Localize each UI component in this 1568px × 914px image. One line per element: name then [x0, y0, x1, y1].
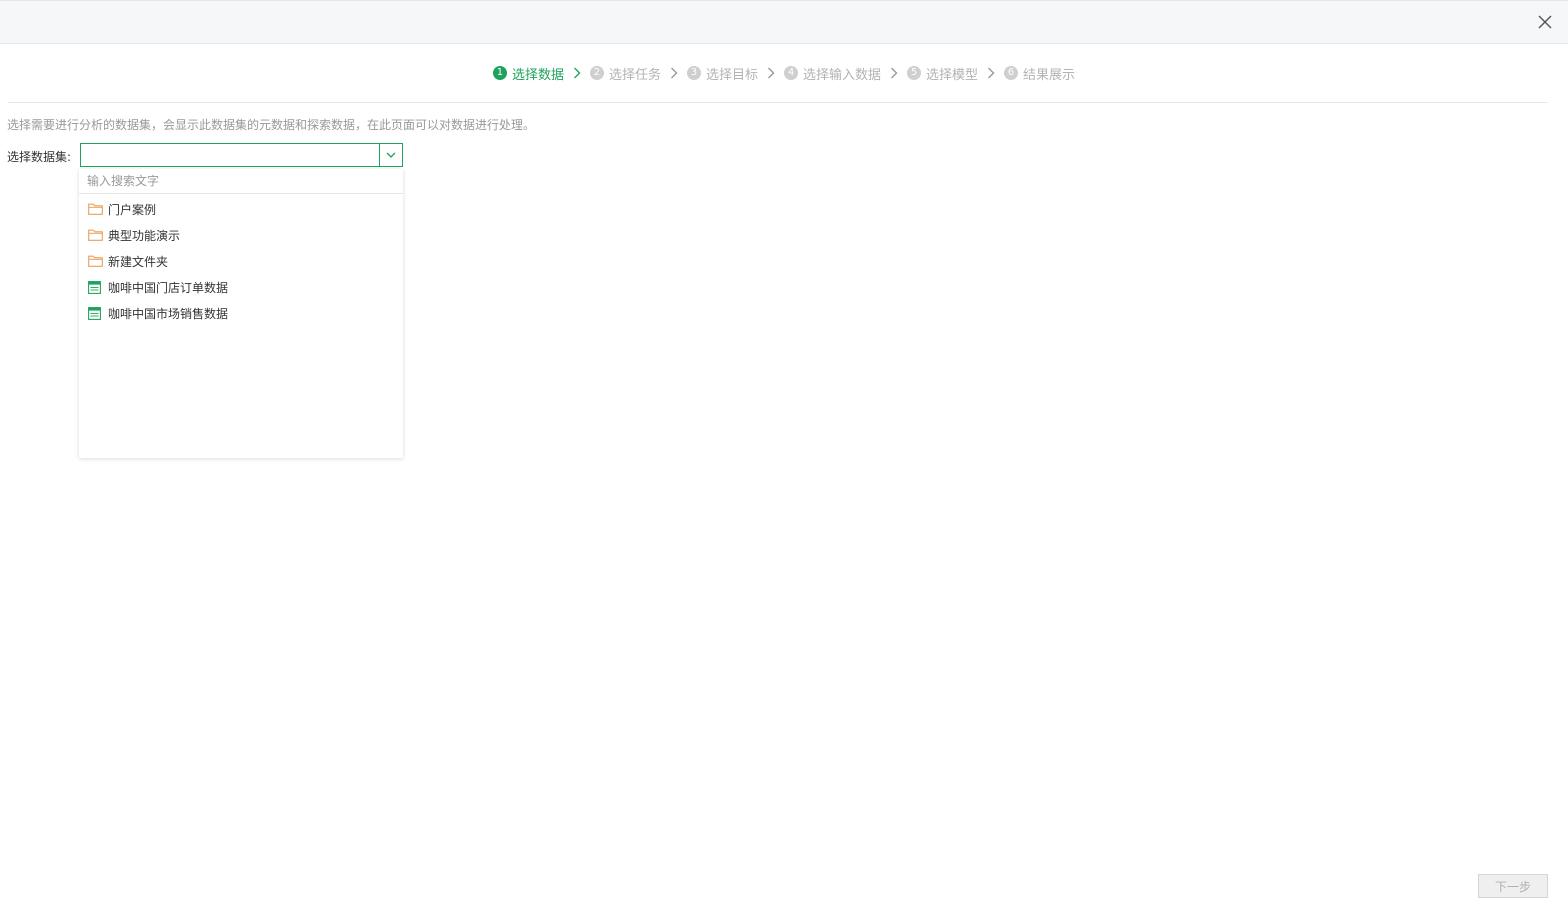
next-step-button[interactable]: 下一步 [1478, 874, 1548, 898]
folder-icon [88, 254, 104, 268]
step-label: 选择模型 [926, 67, 979, 83]
dataset-dropdown: 门户案例 典型功能演示 新建文件夹 咖啡中国门店订单数据 咖啡中国市场销售数据 [79, 169, 403, 458]
step-select-model[interactable]: 5 选择模型 [907, 64, 978, 83]
dropdown-list: 门户案例 典型功能演示 新建文件夹 咖啡中国门店订单数据 咖啡中国市场销售数据 [79, 194, 403, 326]
wizard-steps: 1 选择数据 2 选择任务 3 选择目标 4 选择输入数据 5 选择模型 6 结… [0, 62, 1568, 84]
dropdown-search-input[interactable] [87, 174, 387, 188]
sql-dataset-icon [88, 306, 104, 320]
step-label: 选择任务 [608, 67, 661, 83]
dropdown-toggle[interactable] [379, 144, 402, 166]
step-select-task[interactable]: 2 选择任务 [589, 64, 661, 83]
chevron-down-icon [386, 152, 396, 158]
dataset-field-label: 选择数据集: [7, 150, 72, 164]
page-hint: 选择需要进行分析的数据集，会显示此数据集的元数据和探索数据，在此页面可以对数据进… [7, 118, 536, 132]
chevron-right-icon [891, 67, 898, 79]
chevron-right-icon [768, 67, 775, 79]
step-select-input-data[interactable]: 4 选择输入数据 [784, 64, 881, 83]
step-label: 选择输入数据 [803, 67, 882, 83]
dialog-header [0, 0, 1568, 44]
list-item-label: 新建文件夹 [108, 254, 169, 269]
divider [8, 102, 1548, 103]
step-label: 结果展示 [1023, 67, 1076, 83]
step-number: 3 [686, 66, 701, 80]
dropdown-search [79, 169, 403, 194]
step-select-target[interactable]: 3 选择目标 [686, 64, 758, 83]
list-item-dataset[interactable]: 咖啡中国市场销售数据 [79, 300, 403, 326]
step-number: 2 [589, 66, 604, 80]
step-label: 选择目标 [705, 67, 758, 83]
folder-icon [88, 202, 104, 216]
sql-dataset-icon [88, 280, 104, 294]
step-number: 1 [492, 66, 507, 80]
list-item-folder[interactable]: 新建文件夹 [79, 248, 403, 274]
list-item-label: 典型功能演示 [108, 228, 181, 243]
chevron-right-icon [670, 67, 678, 79]
step-result-display[interactable]: 6 结果展示 [1004, 64, 1075, 83]
list-item-dataset[interactable]: 咖啡中国门店订单数据 [79, 274, 403, 300]
step-number: 5 [907, 66, 922, 80]
dataset-select[interactable] [80, 143, 403, 167]
close-icon[interactable] [1536, 13, 1554, 31]
list-item-folder[interactable]: 典型功能演示 [79, 222, 403, 248]
chevron-right-icon [988, 67, 995, 79]
step-label: 选择数据 [511, 67, 564, 83]
chevron-right-icon [573, 67, 581, 79]
list-item-label: 咖啡中国市场销售数据 [108, 306, 229, 321]
list-item-label: 门户案例 [108, 202, 157, 217]
folder-icon [88, 228, 104, 242]
list-item-folder[interactable]: 门户案例 [79, 196, 403, 222]
step-number: 6 [1004, 66, 1019, 80]
list-item-label: 咖啡中国门店订单数据 [108, 280, 229, 295]
step-number: 4 [784, 66, 798, 80]
step-select-data[interactable]: 1 选择数据 [492, 64, 564, 83]
